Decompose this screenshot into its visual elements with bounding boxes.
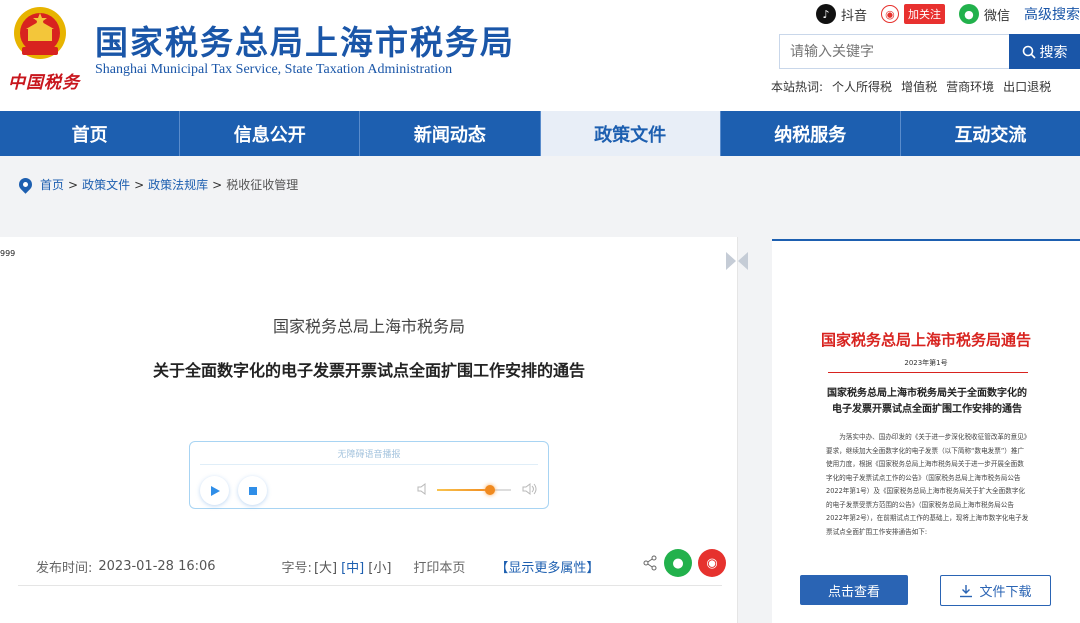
font-size-medium[interactable]: [中] bbox=[341, 557, 364, 576]
breadcrumb: 首页 > 政策文件 > 政策法规库 > 税收征收管理 bbox=[0, 156, 1080, 213]
notice-number: 2023年第1号 bbox=[904, 359, 948, 367]
article-card: 999 国家税务总局上海市税务局 关于全面数字化的电子发票开票试点全面扩围工作安… bbox=[0, 237, 748, 623]
breadcrumb-current: 税收征收管理 bbox=[226, 178, 299, 192]
show-more-attributes-link[interactable]: 【显示更多属性】 bbox=[495, 557, 599, 576]
weibo-follow-badge: 加关注 bbox=[903, 4, 945, 24]
douyin-label: 抖音 bbox=[840, 8, 867, 24]
notice-heading: 国家税务总局上海市税务局关于全面数字化的 电子发票开票试点全面扩围工作安排的通告 bbox=[812, 386, 1042, 418]
notice-preview-card: 国家税务总局上海市税务局通告 2023年第1号 国家税务总局上海市税务局关于全面… bbox=[772, 239, 1080, 623]
play-icon bbox=[210, 485, 220, 496]
douyin-icon: ♪ bbox=[815, 4, 836, 24]
breadcrumb-home[interactable]: 首页 bbox=[40, 176, 64, 193]
main-nav: 首页 信息公开 新闻动态 政策文件 纳税服务 互动交流 bbox=[0, 111, 1080, 156]
social-links: ♪ 抖音 ◉ 加关注 ● 微信 高级搜索 bbox=[815, 4, 1080, 24]
print-link[interactable]: 打印本页 bbox=[413, 557, 465, 576]
notice-title: 国家税务总局上海市税务局通告 bbox=[820, 331, 1031, 349]
play-button[interactable] bbox=[200, 476, 229, 505]
player-divider bbox=[200, 464, 538, 465]
tiny-mark: 999 bbox=[0, 249, 16, 258]
wechat-icon: ● bbox=[958, 4, 979, 24]
site-header: 中国税务 国家税务总局上海市税务局 Shanghai Municipal Tax… bbox=[0, 0, 1080, 111]
site-title[interactable]: 国家税务总局上海市税务局 bbox=[95, 16, 515, 64]
weibo-follow-link[interactable]: ◉ 加关注 bbox=[880, 4, 945, 24]
publish-label: 发布时间: bbox=[36, 560, 93, 576]
site-subtitle: Shanghai Municipal Tax Service, State Ta… bbox=[95, 62, 453, 77]
article-title: 关于全面数字化的电子发票开票试点全面扩围工作安排的通告 bbox=[152, 361, 585, 380]
audio-player: 无障碍语音播报 bbox=[189, 441, 549, 509]
breadcrumb-policy[interactable]: 政策文件 bbox=[82, 176, 130, 193]
notice-heading-line: 电子发票开票试点全面扩围工作安排的通告 bbox=[832, 404, 1022, 415]
national-emblem-icon bbox=[14, 7, 66, 59]
nav-item-home[interactable]: 首页 bbox=[0, 111, 181, 156]
stop-button[interactable] bbox=[238, 476, 267, 505]
nav-item-info-disclosure[interactable]: 信息公开 bbox=[180, 111, 361, 156]
location-pin-icon bbox=[16, 175, 35, 194]
search-icon bbox=[1022, 45, 1036, 59]
search-input[interactable] bbox=[779, 34, 1009, 69]
hotwords: 本站热词: 个人所得税 增值税 营商环境 出口退税 bbox=[771, 78, 1051, 95]
wechat-link[interactable]: ● 微信 bbox=[958, 4, 1010, 24]
hotword-item[interactable]: 个人所得税 bbox=[832, 78, 892, 95]
content-area: 999 国家税务总局上海市税务局 关于全面数字化的电子发票开票试点全面扩围工作安… bbox=[0, 213, 1080, 623]
weibo-icon: ◉ bbox=[880, 5, 899, 23]
volume-low-icon[interactable] bbox=[416, 482, 430, 496]
notice-heading-line: 国家税务总局上海市税务局关于全面数字化的 bbox=[827, 388, 1027, 399]
meta-divider bbox=[18, 585, 722, 586]
nav-item-interaction[interactable]: 互动交流 bbox=[901, 111, 1080, 156]
weibo-share-icon[interactable]: ◉ bbox=[698, 549, 726, 577]
stop-icon bbox=[248, 486, 257, 495]
hotword-item[interactable]: 增值税 bbox=[901, 78, 937, 95]
article-issuer: 国家税务总局上海市税务局 bbox=[272, 317, 465, 336]
font-size-label: 字号: bbox=[281, 560, 312, 576]
download-button-label: 文件下载 bbox=[979, 585, 1032, 600]
font-size-large[interactable]: [大] bbox=[314, 557, 337, 576]
advanced-search-link[interactable]: 高级搜索 bbox=[1024, 4, 1080, 24]
douyin-link[interactable]: ♪ 抖音 bbox=[815, 4, 867, 24]
breadcrumb-separator: > bbox=[212, 177, 223, 192]
search-bar: 搜索 bbox=[779, 34, 1080, 69]
hotword-item[interactable]: 营商环境 bbox=[946, 78, 994, 95]
nav-item-tax-service[interactable]: 纳税服务 bbox=[721, 111, 901, 156]
nav-item-policy[interactable]: 政策文件 bbox=[540, 111, 721, 156]
search-button-label: 搜索 bbox=[1039, 44, 1068, 61]
view-button[interactable]: 点击查看 bbox=[800, 575, 908, 605]
download-icon bbox=[960, 584, 973, 597]
breadcrumb-separator: > bbox=[134, 177, 145, 192]
hotword-item[interactable]: 出口退税 bbox=[1003, 78, 1051, 95]
volume-slider-fill bbox=[437, 489, 491, 491]
article-meta: 发布时间: 2023-01-28 16:06 字号: [大] [中] [小] 打… bbox=[36, 549, 726, 581]
download-button[interactable]: 文件下载 bbox=[940, 575, 1051, 606]
wechat-label: 微信 bbox=[983, 8, 1010, 24]
font-size-small[interactable]: [小] bbox=[368, 557, 391, 576]
notice-body: 为落实中办、国办印发的《关于进一步深化税收征管改革的意见》要求，继续加大全面数字… bbox=[826, 433, 1029, 536]
notice-red-rule bbox=[828, 372, 1028, 373]
share-icon[interactable] bbox=[642, 555, 658, 571]
collapse-icon[interactable] bbox=[725, 251, 749, 271]
nav-item-news[interactable]: 新闻动态 bbox=[360, 111, 541, 156]
volume-slider-handle[interactable] bbox=[485, 485, 496, 495]
breadcrumb-separator: > bbox=[68, 177, 79, 192]
publish-date: 2023-01-28 16:06 bbox=[98, 558, 216, 574]
share-group: ● ◉ bbox=[642, 549, 726, 577]
wechat-share-icon[interactable]: ● bbox=[664, 549, 692, 577]
search-button[interactable]: 搜索 bbox=[1009, 34, 1080, 69]
audio-player-label: 无障碍语音播报 bbox=[337, 450, 401, 460]
china-tax-seal: 中国税务 bbox=[8, 73, 80, 93]
volume-high-icon[interactable] bbox=[522, 482, 538, 496]
hotwords-label: 本站热词: bbox=[771, 80, 824, 94]
breadcrumb-policy-library[interactable]: 政策法规库 bbox=[148, 176, 208, 193]
